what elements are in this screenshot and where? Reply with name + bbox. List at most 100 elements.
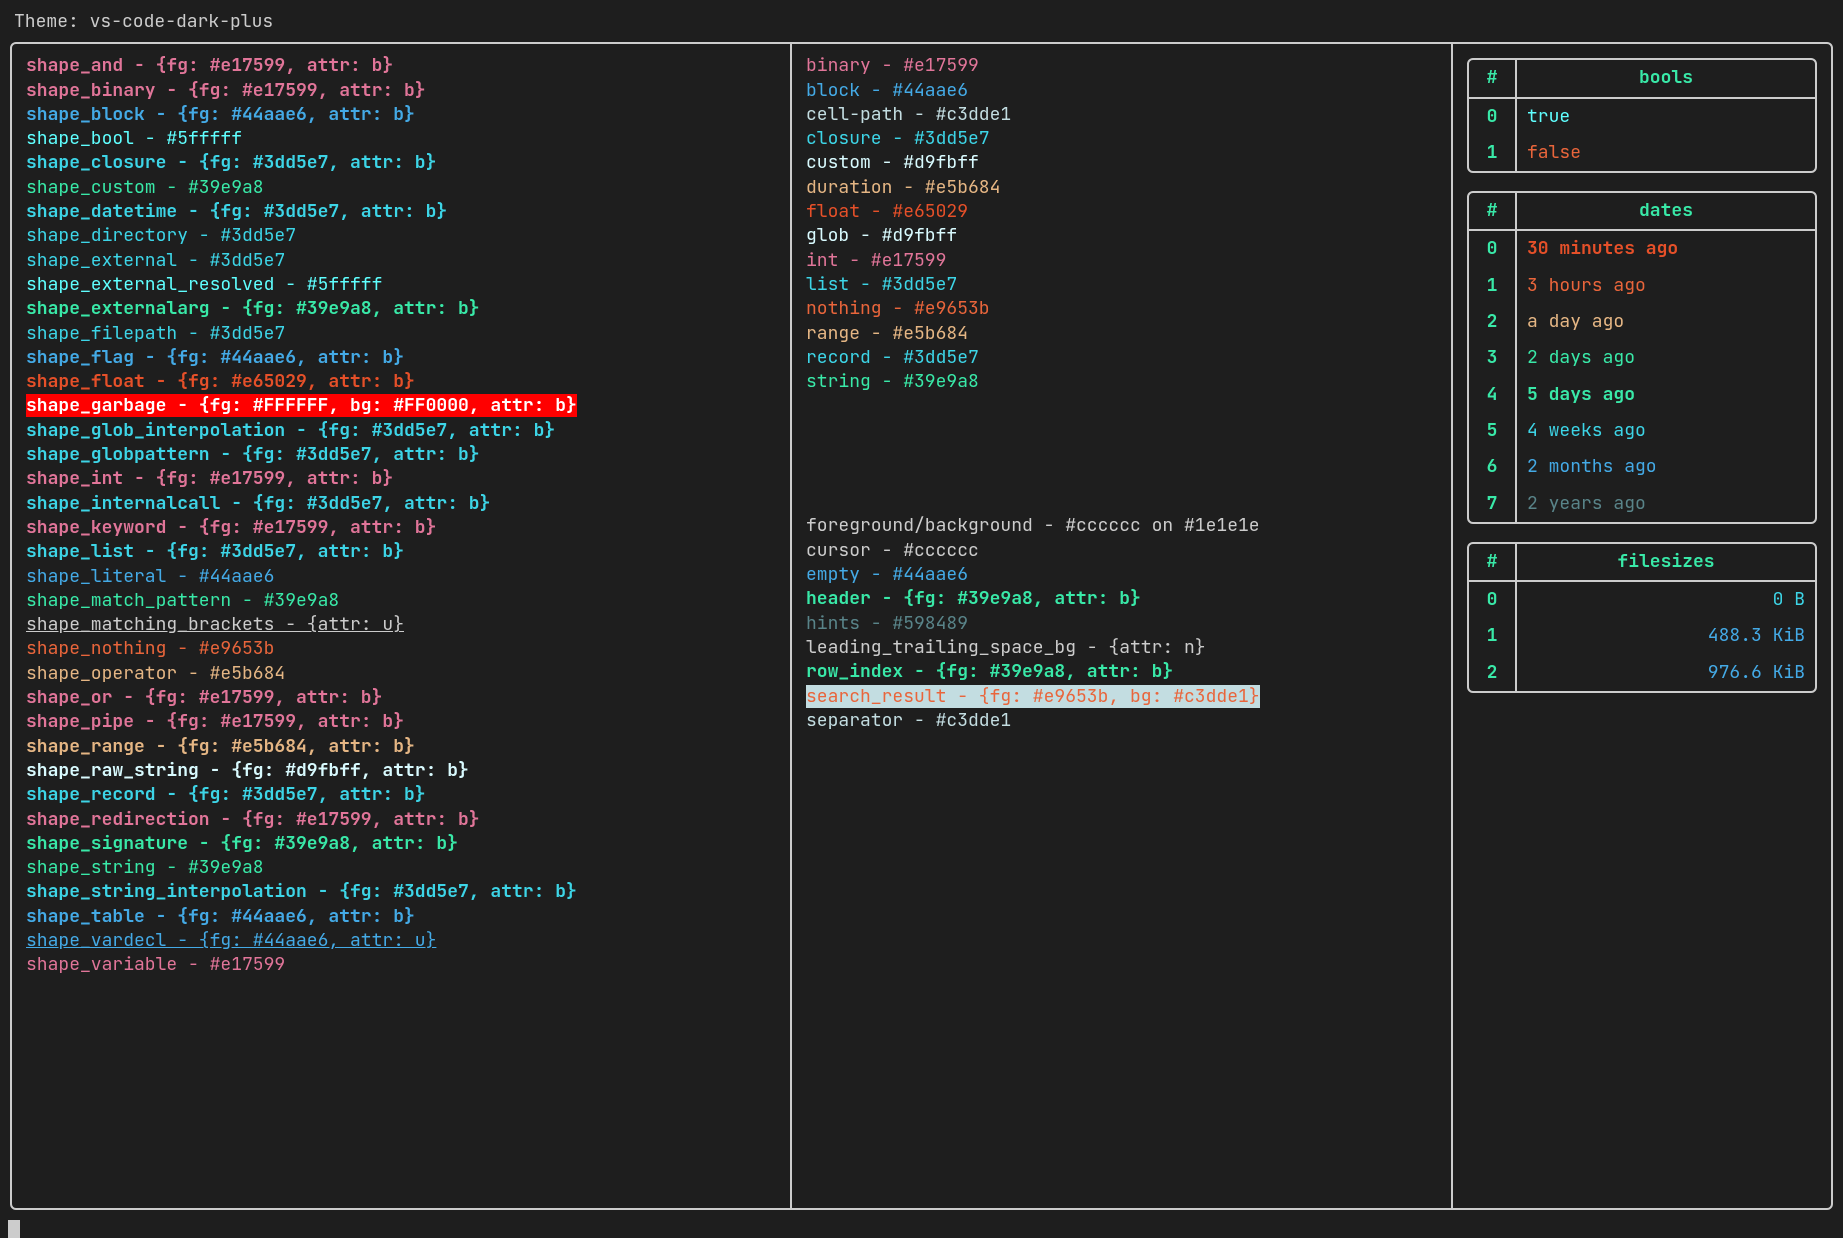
shape-row-label: shape_operator - #e5b684 <box>26 662 285 685</box>
ui-row-label: row_index - {fg: #39e9a8, attr: b} <box>806 660 1173 683</box>
shape-row-shape_nothing: shape_nothing - #e9653b <box>26 637 776 661</box>
shape-row-shape_custom: shape_custom - #39e9a8 <box>26 176 776 200</box>
shape-row-shape_match_pattern: shape_match_pattern - #39e9a8 <box>26 589 776 613</box>
shape-row-shape_externalarg: shape_externalarg - {fg: #39e9a8, attr: … <box>26 297 776 321</box>
type-row-label: int - #e17599 <box>806 249 946 272</box>
type-row-custom: custom - #d9fbff <box>806 151 1437 175</box>
shape-row-shape_matching_brackets: shape_matching_brackets - {attr: u} <box>26 613 776 637</box>
row-index: 2 <box>1469 304 1517 340</box>
shape-row-label: shape_external_resolved - #5fffff <box>26 273 382 296</box>
shape-row-label: shape_closure - {fg: #3dd5e7, attr: b} <box>26 151 436 174</box>
row-value: 30 minutes ago <box>1517 231 1815 267</box>
shape-row-label: shape_literal - #44aae6 <box>26 565 274 588</box>
ui-row-label: cursor - #cccccc <box>806 539 979 562</box>
shape-row-shape_or: shape_or - {fg: #e17599, attr: b} <box>26 686 776 710</box>
type-row-label: duration - #e5b684 <box>806 176 1000 199</box>
filesizes-table: # filesizes 00 B1488.3 KiB2976.6 KiB <box>1467 542 1817 693</box>
shape-row-shape_globpattern: shape_globpattern - {fg: #3dd5e7, attr: … <box>26 443 776 467</box>
ui-row-separator: separator - #c3dde1 <box>806 709 1437 733</box>
shape-row-shape_filepath: shape_filepath - #3dd5e7 <box>26 322 776 346</box>
ui-row-label: empty - #44aae6 <box>806 563 968 586</box>
table-row: 030 minutes ago <box>1469 231 1815 267</box>
shape-row-shape_closure: shape_closure - {fg: #3dd5e7, attr: b} <box>26 151 776 175</box>
shape-row-label: shape_variable - #e17599 <box>26 953 285 976</box>
type-row-nothing: nothing - #e9653b <box>806 297 1437 321</box>
type-row-float: float - #e65029 <box>806 200 1437 224</box>
shape-row-shape_datetime: shape_datetime - {fg: #3dd5e7, attr: b} <box>26 200 776 224</box>
type-row-label: range - #e5b684 <box>806 322 968 345</box>
shape-row-shape_flag: shape_flag - {fg: #44aae6, attr: b} <box>26 346 776 370</box>
type-row-int: int - #e17599 <box>806 249 1437 273</box>
shape-row-shape_variable: shape_variable - #e17599 <box>26 953 776 977</box>
table-row: 1488.3 KiB <box>1469 618 1815 654</box>
theme-preview-panel: shape_and - {fg: #e17599, attr: b} shape_… <box>10 42 1833 1210</box>
ui-row-hints: hints - #598489 <box>806 612 1437 636</box>
table-row: 62 months ago <box>1469 449 1815 485</box>
shape-row-shape_redirection: shape_redirection - {fg: #e17599, attr: … <box>26 808 776 832</box>
row-index: 0 <box>1469 582 1517 618</box>
type-row-range: range - #e5b684 <box>806 322 1437 346</box>
row-index: 7 <box>1469 486 1517 522</box>
table-header: # filesizes <box>1469 544 1815 582</box>
header-index: # <box>1469 60 1517 96</box>
shape-row-shape_signature: shape_signature - {fg: #39e9a8, attr: b} <box>26 832 776 856</box>
ui-row-foreground_background: foreground/background - #cccccc on #1e1e… <box>806 514 1437 538</box>
terminal-screen: Theme: vs-code-dark-plus shape_and - {fg… <box>0 0 1843 1214</box>
dates-table: # dates 030 minutes ago13 hours ago2a da… <box>1467 191 1817 524</box>
shape-row-shape_float: shape_float - {fg: #e65029, attr: b} <box>26 370 776 394</box>
shape-row-label: shape_matching_brackets - {attr: u} <box>26 613 404 636</box>
row-value: 976.6 KiB <box>1517 655 1815 691</box>
shape-row-label: shape_flag - {fg: #44aae6, attr: b} <box>26 346 404 369</box>
shape-row-shape_string: shape_string - #39e9a8 <box>26 856 776 880</box>
shape-row-label: shape_or - {fg: #e17599, attr: b} <box>26 686 382 709</box>
type-row-record: record - #3dd5e7 <box>806 346 1437 370</box>
tables-column: # bools 0true1false # dates 030 minutes … <box>1453 44 1831 1208</box>
type-row-cell-path: cell-path - #c3dde1 <box>806 103 1437 127</box>
shape-row-shape_record: shape_record - {fg: #3dd5e7, attr: b} <box>26 783 776 807</box>
cursor-block[interactable] <box>8 1220 20 1238</box>
table-row: 2a day ago <box>1469 304 1815 340</box>
row-value: 3 hours ago <box>1517 268 1815 304</box>
shape-row-shape_and: shape_and - {fg: #e17599, attr: b} <box>26 54 776 78</box>
shape-row-shape_int: shape_int - {fg: #e17599, attr: b} <box>26 467 776 491</box>
shape-row-label: shape_int - {fg: #e17599, attr: b} <box>26 467 393 490</box>
row-value: 2 months ago <box>1517 449 1815 485</box>
row-value: 2 years ago <box>1517 486 1815 522</box>
row-index: 0 <box>1469 99 1517 135</box>
shape-row-label: shape_bool - #5fffff <box>26 127 242 150</box>
shape-row-label: shape_internalcall - {fg: #3dd5e7, attr:… <box>26 492 490 515</box>
shape-row-shape_directory: shape_directory - #3dd5e7 <box>26 224 776 248</box>
shape-row-label: shape_external - #3dd5e7 <box>26 249 285 272</box>
row-value: 5 days ago <box>1517 377 1815 413</box>
row-index: 1 <box>1469 618 1517 654</box>
type-row-binary: binary - #e17599 <box>806 54 1437 78</box>
row-index: 2 <box>1469 655 1517 691</box>
shape-row-shape_internalcall: shape_internalcall - {fg: #3dd5e7, attr:… <box>26 492 776 516</box>
type-row-list: list - #3dd5e7 <box>806 273 1437 297</box>
table-row: 1false <box>1469 135 1815 171</box>
shape-row-label: shape_pipe - {fg: #e17599, attr: b} <box>26 710 404 733</box>
ui-row-cursor: cursor - #cccccc <box>806 539 1437 563</box>
type-row-string: string - #39e9a8 <box>806 370 1437 394</box>
shape-row-shape_list: shape_list - {fg: #3dd5e7, attr: b} <box>26 540 776 564</box>
row-index: 6 <box>1469 449 1517 485</box>
shape-row-label: shape_glob_interpolation - {fg: #3dd5e7,… <box>26 419 555 442</box>
type-row-label: cell-path - #c3dde1 <box>806 103 1011 126</box>
ui-row-label: hints - #598489 <box>806 612 968 635</box>
type-row-glob: glob - #d9fbff <box>806 224 1437 248</box>
shape-row-label: shape_garbage - {fg: #FFFFFF, bg: #FF000… <box>26 394 577 417</box>
row-index: 1 <box>1469 135 1517 171</box>
row-value: true <box>1517 99 1815 135</box>
row-index: 5 <box>1469 413 1517 449</box>
type-row-label: custom - #d9fbff <box>806 151 979 174</box>
ui-row-label: search_result - {fg: #e9653b, bg: #c3dde… <box>806 685 1260 708</box>
shape-row-label: shape_float - {fg: #e65029, attr: b} <box>26 370 415 393</box>
table-row: 00 B <box>1469 582 1815 618</box>
row-index: 4 <box>1469 377 1517 413</box>
shape-row-shape_garbage: shape_garbage - {fg: #FFFFFF, bg: #FF000… <box>26 394 776 418</box>
shape-row-shape_block: shape_block - {fg: #44aae6, attr: b} <box>26 103 776 127</box>
type-row-label: float - #e65029 <box>806 200 968 223</box>
shape-row-label: shape_and - {fg: #e17599, attr: b} <box>26 54 393 77</box>
shape-row-shape_pipe: shape_pipe - {fg: #e17599, attr: b} <box>26 710 776 734</box>
table-header: # dates <box>1469 193 1815 231</box>
